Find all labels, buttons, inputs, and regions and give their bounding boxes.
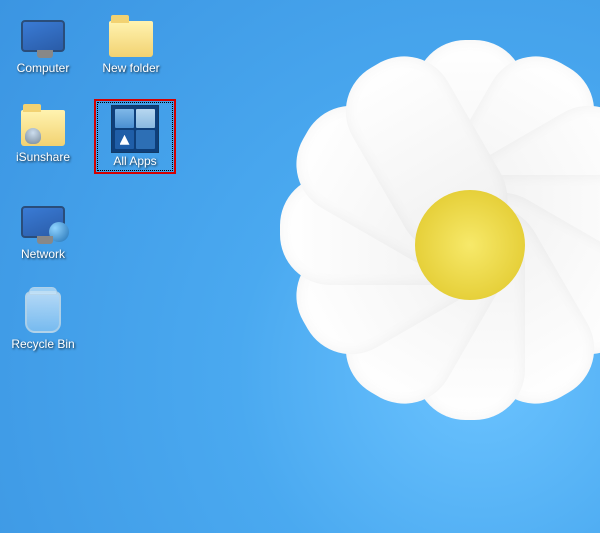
bin-icon xyxy=(25,291,61,333)
all-apps-toolbar-icon xyxy=(111,105,159,153)
new-folder-icon[interactable]: New folder xyxy=(94,10,168,77)
network-icon[interactable]: Network xyxy=(6,196,80,263)
recycle-bin-icon[interactable]: Recycle Bin xyxy=(6,286,80,353)
all-apps-icon[interactable]: All Apps xyxy=(98,103,172,170)
wallpaper-flower xyxy=(280,40,600,420)
monitor-icon xyxy=(21,20,65,52)
desktop[interactable]: Computer New folder iSunshare A xyxy=(0,0,600,533)
computer-label: Computer xyxy=(17,62,70,75)
isunshare-icon[interactable]: iSunshare xyxy=(6,99,80,174)
desktop-icon-grid: Computer New folder iSunshare A xyxy=(6,10,176,353)
computer-icon[interactable]: Computer xyxy=(6,10,80,77)
new-folder-label: New folder xyxy=(102,62,159,75)
all-apps-label: All Apps xyxy=(113,155,156,168)
folder-user-icon xyxy=(21,110,65,146)
recycle-bin-label: Recycle Bin xyxy=(11,338,74,351)
network-label: Network xyxy=(21,248,65,261)
monitor-network-icon xyxy=(21,206,65,238)
annotation-highlight: All Apps xyxy=(94,99,176,174)
isunshare-label: iSunshare xyxy=(16,151,70,164)
folder-icon xyxy=(109,21,153,57)
